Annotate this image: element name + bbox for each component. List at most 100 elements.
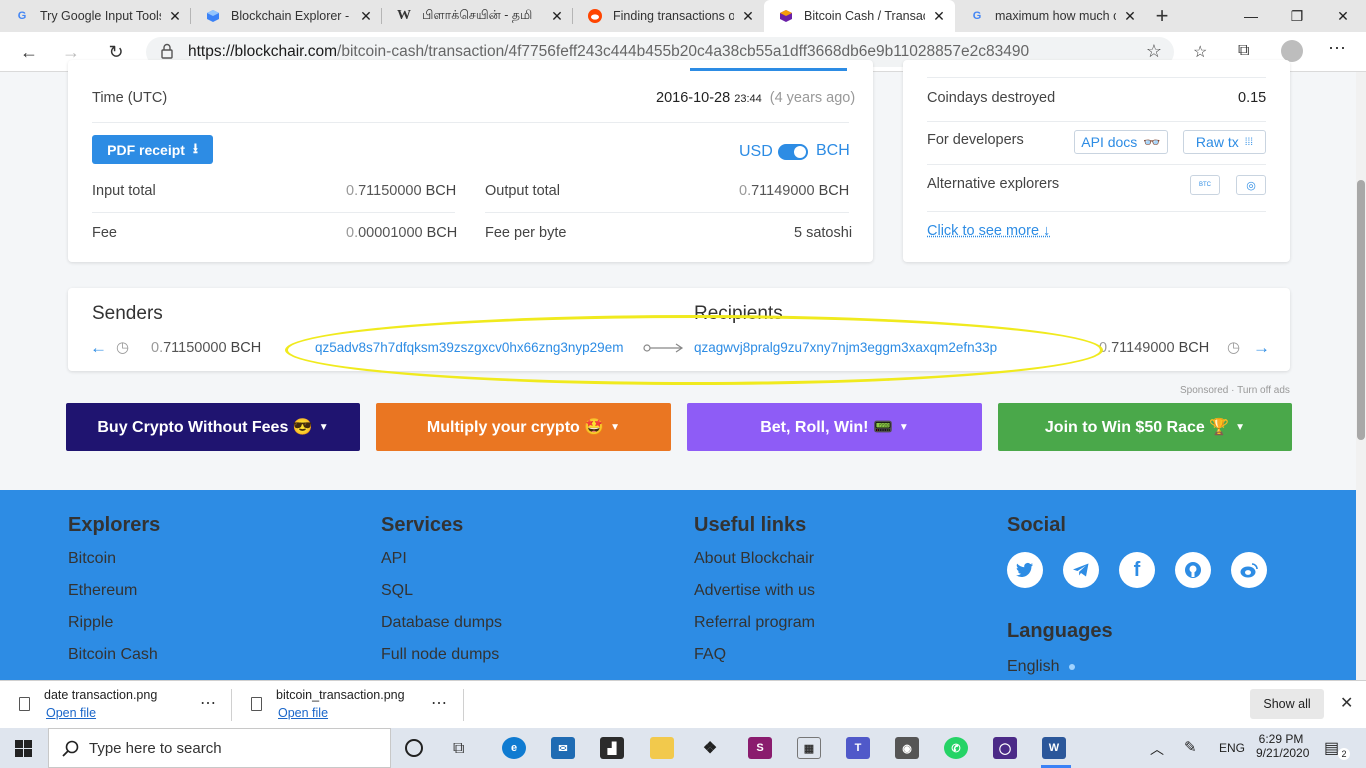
footer-link-ethereum[interactable]: Ethereum	[68, 582, 137, 600]
tab-reddit[interactable]: Finding transactions on ✕	[573, 0, 764, 32]
clock[interactable]: 6:29 PM 9/21/2020	[1256, 732, 1309, 760]
cortana-icon[interactable]	[405, 739, 423, 757]
open-file-link[interactable]: Open file	[46, 706, 96, 720]
notification-count: 2	[1338, 748, 1350, 760]
download-item[interactable]: date transaction.png Open file ⋯	[0, 681, 230, 729]
footer-link-full-node-dumps[interactable]: Full node dumps	[381, 646, 499, 664]
language-english[interactable]: English	[1007, 658, 1059, 676]
close-icon[interactable]: ✕	[931, 8, 947, 25]
ad-multiply-crypto-button[interactable]: Multiply your crypto 🤩 ▼	[376, 403, 671, 451]
back-button[interactable]: ←	[14, 37, 44, 67]
tab-title: maximum how much ca	[995, 9, 1116, 23]
app-circle-icon[interactable]: ◯	[993, 737, 1017, 759]
tab-blockchain-explorer[interactable]: Blockchain Explorer - Se ✕	[191, 0, 382, 32]
pdf-receipt-button[interactable]: PDF receipt ⭳	[92, 135, 213, 164]
edge-icon[interactable]: e	[502, 737, 526, 759]
dots-grid-icon: ⁞⁞⁞	[1244, 136, 1254, 148]
bch-explorer-icon[interactable]: ◎	[1236, 175, 1266, 195]
github-icon[interactable]	[1175, 552, 1211, 588]
close-icon[interactable]: ✕	[167, 8, 183, 25]
clock-time: 6:29 PM	[1258, 732, 1304, 746]
footer-link-faq[interactable]: FAQ	[694, 646, 726, 664]
footer-link-referral[interactable]: Referral program	[694, 614, 815, 632]
dropbox-icon[interactable]: ❖	[698, 737, 722, 759]
footer-link-ripple[interactable]: Ripple	[68, 614, 113, 632]
app-window-icon[interactable]: ▦	[797, 737, 821, 759]
telegram-icon[interactable]	[1063, 552, 1099, 588]
more-options-icon[interactable]: ⋯	[431, 693, 447, 713]
download-icon: ⭳	[192, 139, 198, 156]
more-options-icon[interactable]: ⋯	[200, 693, 216, 713]
facebook-icon[interactable]: f	[1119, 552, 1155, 588]
arrow-left-icon[interactable]: ←	[90, 338, 107, 358]
footer-link-sql[interactable]: SQL	[381, 582, 413, 600]
google-icon: G	[17, 10, 27, 22]
mail-icon[interactable]: ✉	[551, 737, 575, 759]
sponsored-label[interactable]: Sponsored · Turn off ads	[1180, 385, 1290, 396]
download-item[interactable]: bitcoin_transaction.png Open file ⋯	[232, 681, 462, 729]
word-icon[interactable]: W	[1042, 737, 1066, 759]
ad-buy-crypto-button[interactable]: Buy Crypto Without Fees 😎 ▼	[66, 403, 360, 451]
more-menu-icon[interactable]: ⋯	[1328, 38, 1346, 59]
slack-icon[interactable]: S	[748, 737, 772, 759]
open-file-link[interactable]: Open file	[278, 706, 328, 720]
footer-link-api[interactable]: API	[381, 550, 407, 568]
language-indicator[interactable]: ENG	[1219, 741, 1245, 755]
sticky-notes-icon[interactable]: ▟	[600, 737, 624, 759]
windows-start-icon[interactable]	[15, 740, 32, 762]
arrow-right-icon[interactable]: →	[1253, 338, 1270, 358]
footer-link-bitcoin[interactable]: Bitcoin	[68, 550, 116, 568]
footer-link-advertise[interactable]: Advertise with us	[694, 582, 815, 600]
close-icon[interactable]: ✕	[740, 8, 756, 25]
btc-explorer-icon[interactable]: BTC	[1190, 175, 1220, 195]
time-date: 2016-10-28	[656, 90, 731, 106]
time-ago: (4 years ago)	[769, 90, 856, 106]
currency-toggle[interactable]	[778, 144, 808, 160]
raw-tx-label: Raw tx	[1195, 134, 1239, 150]
ad-join-race-button[interactable]: Join to Win $50 Race 🏆 ▼	[998, 403, 1292, 451]
file-explorer-icon[interactable]	[650, 737, 674, 759]
footer-link-database-dumps[interactable]: Database dumps	[381, 614, 502, 632]
footer-explorers-title: Explorers	[68, 514, 161, 536]
close-icon[interactable]: ✕	[1340, 693, 1353, 713]
file-icon	[19, 697, 30, 711]
tab-bitcoin-cash-transaction[interactable]: Bitcoin Cash / Transactio ✕	[764, 0, 955, 32]
tab-google-input-tools[interactable]: G Try Google Input Tools o ✕	[0, 0, 191, 32]
fee-label: Fee	[92, 225, 117, 241]
footer-link-about[interactable]: About Blockchair	[694, 550, 814, 568]
divider	[485, 212, 849, 213]
star-icon[interactable]: ☆	[1146, 41, 1162, 62]
camera-icon[interactable]: ◉	[895, 737, 919, 759]
api-docs-button[interactable]: API docs 👓	[1074, 130, 1168, 154]
close-icon[interactable]: ✕	[358, 8, 374, 25]
see-more-link[interactable]: Click to see more ↓	[927, 223, 1050, 239]
close-icon[interactable]: ✕	[549, 8, 565, 25]
highlight-annotation	[285, 315, 1103, 385]
new-tab-button[interactable]: +	[1146, 0, 1178, 32]
taskbar-search-input[interactable]: Type here to search	[48, 728, 391, 768]
minimize-button[interactable]: —	[1228, 0, 1274, 32]
teams-icon[interactable]: T	[846, 737, 870, 759]
tab-strip: G Try Google Input Tools o ✕ Blockchain …	[0, 0, 1366, 32]
close-icon[interactable]: ✕	[1122, 8, 1138, 25]
footer-link-bitcoin-cash[interactable]: Bitcoin Cash	[68, 646, 158, 664]
task-view-icon[interactable]: ⧉	[453, 740, 464, 758]
weibo-icon[interactable]	[1231, 552, 1267, 588]
ad-bet-roll-win-button[interactable]: Bet, Roll, Win! 📟 ▼	[687, 403, 982, 451]
collections-icon[interactable]: ⧉	[1238, 42, 1249, 60]
tab-google-search[interactable]: G maximum how much ca ✕	[955, 0, 1146, 32]
whatsapp-icon[interactable]: ✆	[944, 737, 968, 759]
pen-icon[interactable]: ✎	[1184, 738, 1197, 756]
favorites-icon[interactable]: ☆	[1193, 42, 1207, 62]
notifications-icon[interactable]: ▤	[1324, 738, 1339, 758]
twitter-icon[interactable]	[1007, 552, 1043, 588]
maximize-button[interactable]: ❐	[1274, 0, 1320, 32]
show-all-button[interactable]: Show all	[1250, 689, 1324, 719]
raw-tx-button[interactable]: Raw tx ⁞⁞⁞	[1183, 130, 1266, 154]
profile-avatar[interactable]	[1281, 40, 1303, 62]
close-window-button[interactable]: ✕	[1320, 0, 1366, 32]
time-clock: 23:44	[734, 93, 762, 105]
scrollbar-thumb[interactable]	[1357, 180, 1365, 440]
chevron-up-icon[interactable]: ︿	[1150, 739, 1164, 759]
tab-wikipedia-tamil[interactable]: W பிளாக்செயின் - தமி ✕	[382, 0, 573, 32]
